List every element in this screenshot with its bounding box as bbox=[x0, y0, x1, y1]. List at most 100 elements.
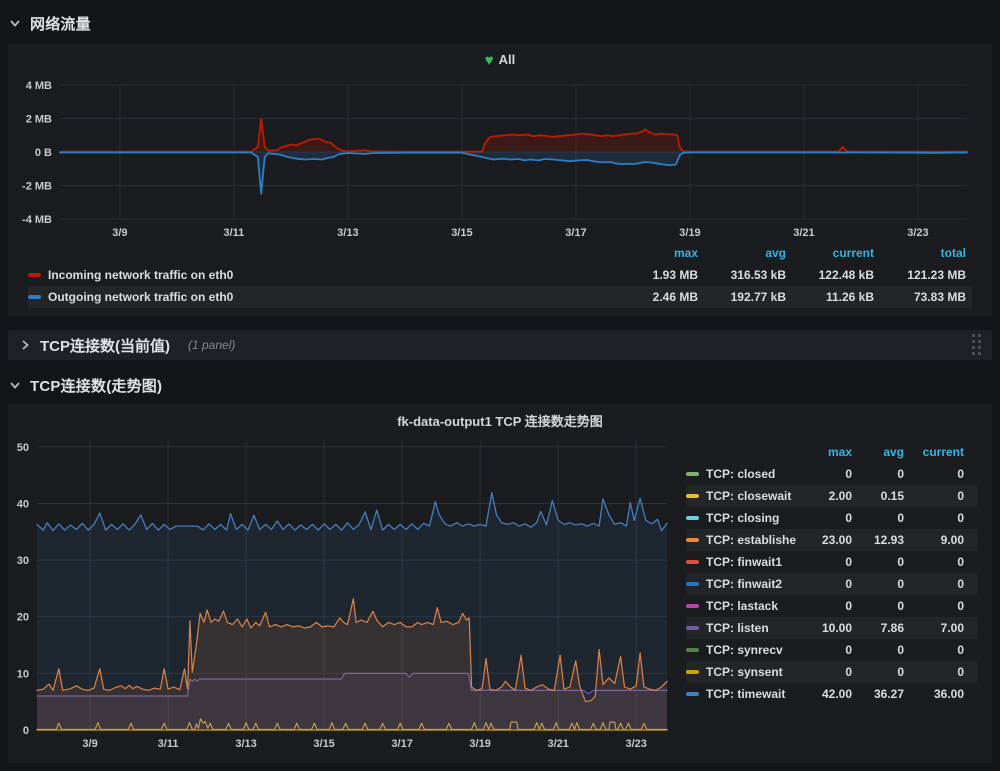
legend-series-name: Incoming network traffic on eth0 bbox=[48, 264, 233, 286]
legend-series-label[interactable]: TCP: established bbox=[686, 529, 796, 551]
svg-text:3/11: 3/11 bbox=[223, 227, 244, 239]
legend-swatch-icon bbox=[686, 670, 699, 674]
legend-value-avg: 0 bbox=[852, 507, 904, 529]
legend-header-max[interactable]: max bbox=[796, 441, 852, 463]
svg-text:3/23: 3/23 bbox=[907, 227, 928, 239]
svg-text:3/13: 3/13 bbox=[235, 738, 256, 750]
legend-row: TCP: closed000 bbox=[686, 463, 978, 485]
legend-value-current: 0 bbox=[904, 661, 964, 683]
legend-series-label[interactable]: TCP: lastack bbox=[686, 595, 796, 617]
legend-row: TCP: established23.0012.939.00 bbox=[686, 529, 978, 551]
legend-value-max: 0 bbox=[796, 661, 852, 683]
svg-text:3/23: 3/23 bbox=[625, 738, 646, 750]
legend-header-total[interactable]: total bbox=[874, 242, 966, 264]
svg-text:0: 0 bbox=[23, 725, 29, 737]
legend-value-current: 7.00 bbox=[904, 617, 964, 639]
legend-series-label[interactable]: TCP: synrecv bbox=[686, 639, 796, 661]
row-header-tcp-current[interactable]: TCP连接数(当前值) (1 panel) bbox=[8, 330, 992, 360]
row-drag-handle[interactable] bbox=[972, 334, 982, 356]
tcp-trend-chart[interactable]: 504030201003/93/113/133/153/173/193/213/… bbox=[8, 431, 688, 761]
panel-title-text: All bbox=[499, 52, 516, 67]
legend-header-current[interactable]: current bbox=[786, 242, 874, 264]
row-header-tcp-trend[interactable]: TCP连接数(走势图) bbox=[8, 374, 162, 396]
legend-series-label[interactable]: Outgoing network traffic on eth0 bbox=[28, 286, 608, 308]
legend-value-max: 0 bbox=[796, 639, 852, 661]
legend-value-avg: 7.86 bbox=[852, 617, 904, 639]
legend-value-current: 36.00 bbox=[904, 683, 964, 705]
legend-value-current: 9.00 bbox=[904, 529, 964, 551]
legend-series-name: Outgoing network traffic on eth0 bbox=[48, 286, 233, 308]
legend-value-current: 0 bbox=[904, 485, 964, 507]
legend-row: TCP: finwait2000 bbox=[686, 573, 978, 595]
legend-header-current[interactable]: current bbox=[904, 441, 964, 463]
legend-value-avg: 0 bbox=[852, 573, 904, 595]
tcp-trend-panel: fk-data-output1 TCP 连接数走势图 504030201003/… bbox=[8, 404, 992, 763]
legend-value-current: 0 bbox=[904, 551, 964, 573]
panel-title[interactable]: fk-data-output1 TCP 连接数走势图 bbox=[8, 411, 992, 430]
svg-text:20: 20 bbox=[17, 612, 29, 624]
legend-header-avg[interactable]: avg bbox=[852, 441, 904, 463]
row-title: TCP连接数(当前值) bbox=[40, 335, 170, 356]
legend-value-avg: 192.77 kB bbox=[698, 286, 786, 308]
legend-value-current: 0 bbox=[904, 507, 964, 529]
svg-text:3/17: 3/17 bbox=[391, 738, 412, 750]
chevron-down-icon bbox=[8, 16, 22, 30]
legend-row: TCP: synrecv000 bbox=[686, 639, 978, 661]
legend-value-avg: 316.53 kB bbox=[698, 264, 786, 286]
legend-swatch-icon bbox=[686, 582, 699, 586]
legend-series-label[interactable]: Incoming network traffic on eth0 bbox=[28, 264, 608, 286]
legend-series-label[interactable]: TCP: finwait1 bbox=[686, 551, 796, 573]
row-header-network[interactable]: 网络流量 bbox=[8, 12, 91, 34]
svg-text:3/17: 3/17 bbox=[565, 227, 586, 239]
legend-swatch-icon bbox=[686, 648, 699, 652]
svg-text:50: 50 bbox=[17, 442, 29, 454]
network-traffic-panel: ♥All 4 MB2 MB0 B-2 MB-4 MB3/93/113/133/1… bbox=[8, 44, 992, 316]
legend-swatch-icon bbox=[28, 295, 41, 299]
svg-text:-2 MB: -2 MB bbox=[22, 181, 52, 193]
legend-series-label[interactable]: TCP: closed bbox=[686, 463, 796, 485]
legend-value-avg: 0.15 bbox=[852, 485, 904, 507]
network-traffic-chart[interactable]: 4 MB2 MB0 B-2 MB-4 MB3/93/113/133/153/17… bbox=[8, 70, 992, 242]
legend-swatch-icon bbox=[686, 516, 699, 520]
legend-series-name: TCP: lastack bbox=[706, 595, 778, 617]
legend-row: Incoming network traffic on eth0 1.93 MB3… bbox=[28, 264, 972, 286]
legend-header-row: maxavgcurrent bbox=[686, 441, 978, 463]
legend-value-max: 42.00 bbox=[796, 683, 852, 705]
legend-row: TCP: synsent000 bbox=[686, 661, 978, 683]
legend-value-max: 1.93 MB bbox=[608, 264, 698, 286]
legend-swatch-icon bbox=[28, 273, 41, 277]
svg-text:0 B: 0 B bbox=[35, 147, 52, 159]
legend-series-label[interactable]: TCP: closewait bbox=[686, 485, 796, 507]
row-title: 网络流量 bbox=[30, 13, 91, 34]
legend-series-name: TCP: finwait2 bbox=[706, 573, 782, 595]
legend-header-avg[interactable]: avg bbox=[698, 242, 786, 264]
legend-series-label[interactable]: TCP: finwait2 bbox=[686, 573, 796, 595]
legend-series-label[interactable]: TCP: closing bbox=[686, 507, 796, 529]
legend-value-avg: 0 bbox=[852, 639, 904, 661]
legend-swatch-icon bbox=[686, 604, 699, 608]
svg-text:3/15: 3/15 bbox=[313, 738, 334, 750]
legend-series-label[interactable]: TCP: timewait bbox=[686, 683, 796, 705]
legend-swatch-icon bbox=[686, 538, 699, 542]
legend-row: TCP: closewait2.000.150 bbox=[686, 485, 978, 507]
legend-series-label[interactable]: TCP: listen bbox=[686, 617, 796, 639]
legend-value-current: 11.26 kB bbox=[786, 286, 874, 308]
svg-text:3/21: 3/21 bbox=[793, 227, 814, 239]
legend-header-max[interactable]: max bbox=[608, 242, 698, 264]
legend-series-label[interactable]: TCP: synsent bbox=[686, 661, 796, 683]
green-heart-icon: ♥ bbox=[485, 52, 494, 69]
legend-swatch-icon bbox=[686, 494, 699, 498]
svg-text:3/21: 3/21 bbox=[547, 738, 568, 750]
legend-row: TCP: finwait1000 bbox=[686, 551, 978, 573]
legend-swatch-icon bbox=[686, 626, 699, 630]
legend-row: TCP: lastack000 bbox=[686, 595, 978, 617]
legend-series-name: TCP: synrecv bbox=[706, 639, 783, 661]
legend-value-current: 122.48 kB bbox=[786, 264, 874, 286]
legend-value-avg: 0 bbox=[852, 595, 904, 617]
legend-series-name: TCP: timewait bbox=[706, 683, 785, 705]
panel-title[interactable]: ♥ All bbox=[8, 52, 992, 69]
legend-value-max: 0 bbox=[796, 551, 852, 573]
legend-value-max: 2.00 bbox=[796, 485, 852, 507]
legend-row: TCP: timewait42.0036.2736.00 bbox=[686, 683, 978, 705]
svg-text:3/13: 3/13 bbox=[337, 227, 358, 239]
